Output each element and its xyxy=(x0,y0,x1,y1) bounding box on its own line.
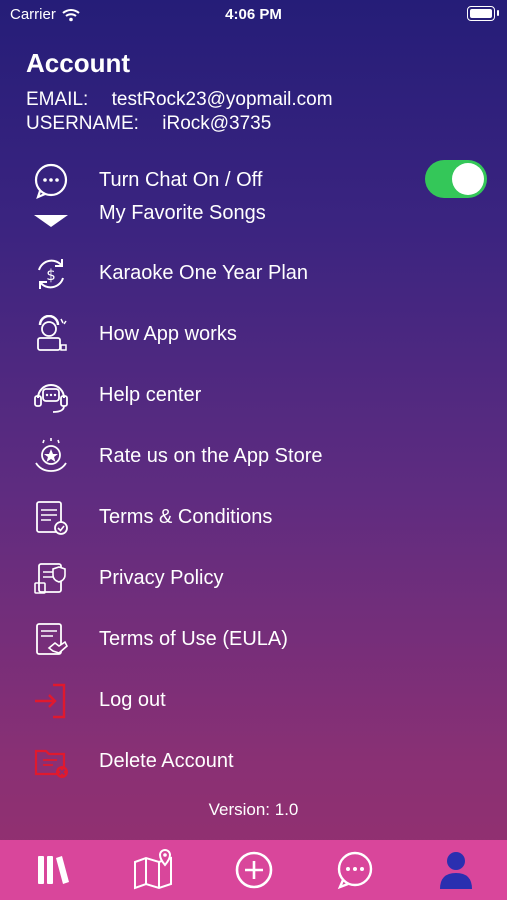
menu-item-label: Privacy Policy xyxy=(99,566,224,589)
menu-item-favorite-songs[interactable]: My Favorite Songs xyxy=(0,200,507,230)
chat-bubble-icon xyxy=(30,160,72,202)
menu-item-label: Rate us on the App Store xyxy=(99,444,323,467)
triangle-down-icon xyxy=(30,200,72,230)
chat-icon xyxy=(337,851,373,890)
svg-text:$: $ xyxy=(46,266,56,284)
document-handshake-icon xyxy=(30,619,72,661)
library-icon xyxy=(38,856,69,884)
battery-icon xyxy=(467,6,499,21)
menu-item-privacy-policy[interactable]: Privacy Policy xyxy=(0,553,507,603)
menu-item-label: Help center xyxy=(99,383,202,406)
menu-item-help-center[interactable]: Help center xyxy=(0,370,507,420)
toggle-knob xyxy=(452,163,484,195)
tab-bar xyxy=(0,840,507,900)
menu-item-label: Terms of Use (EULA) xyxy=(99,627,288,650)
menu-item-label: Karaoke One Year Plan xyxy=(99,261,309,284)
menu-item-label: Terms & Conditions xyxy=(99,505,273,528)
status-bar: Carrier 4:06 PM xyxy=(0,0,507,28)
menu-item-label: Log out xyxy=(99,688,166,711)
username-label: USERNAME: xyxy=(26,113,139,134)
favorite-songs-row-clipped[interactable]: My Favorite Songs xyxy=(0,200,507,230)
email-line: EMAIL: testRock23@yopmail.com xyxy=(26,89,333,111)
menu-item-karaoke-plan[interactable]: $ Karaoke One Year Plan xyxy=(0,248,507,298)
menu-item-label: How App works xyxy=(99,322,237,345)
email-value: testRock23@yopmail.com xyxy=(111,89,333,110)
headset-icon xyxy=(30,375,72,417)
document-check-icon xyxy=(30,497,72,539)
menu-item-delete-account[interactable]: Delete Account xyxy=(0,736,507,786)
username-line: USERNAME: iRock@3735 xyxy=(26,113,271,135)
map-pin-icon xyxy=(134,848,172,890)
menu-item-how-app-works[interactable]: How App works xyxy=(0,309,507,359)
plus-circle-icon xyxy=(235,851,273,889)
menu-item-label: Delete Account xyxy=(99,749,234,772)
email-label: EMAIL: xyxy=(26,89,89,110)
chat-toggle-label: Turn Chat On / Off xyxy=(99,168,263,191)
tab-chat[interactable] xyxy=(332,848,378,892)
status-time: 4:06 PM xyxy=(225,6,282,23)
menu-item-label: My Favorite Songs xyxy=(99,201,266,224)
version-label: Version: 1.0 xyxy=(208,800,299,819)
user-icon xyxy=(440,852,472,889)
star-award-icon xyxy=(30,436,72,478)
chat-toggle-switch[interactable] xyxy=(425,160,487,198)
menu-item-log-out[interactable]: Log out xyxy=(0,675,507,725)
folder-delete-icon xyxy=(30,741,72,783)
page-title: Account xyxy=(26,48,130,78)
tab-library[interactable] xyxy=(29,848,75,892)
logout-icon xyxy=(30,680,72,722)
dollar-cycle-icon: $ xyxy=(30,253,72,295)
menu-item-rate-app[interactable]: Rate us on the App Store xyxy=(0,431,507,481)
tab-add[interactable] xyxy=(231,848,277,892)
shield-document-icon xyxy=(30,558,72,600)
tab-profile[interactable] xyxy=(433,848,479,892)
tab-map[interactable] xyxy=(130,848,176,892)
menu-item-terms-conditions[interactable]: Terms & Conditions xyxy=(0,492,507,542)
person-laptop-icon xyxy=(30,314,72,356)
username-value: iRock@3735 xyxy=(162,113,272,134)
menu-item-terms-of-use[interactable]: Terms of Use (EULA) xyxy=(0,614,507,664)
account-screen: Carrier 4:06 PM Account EMAIL: testRock2… xyxy=(0,0,507,900)
